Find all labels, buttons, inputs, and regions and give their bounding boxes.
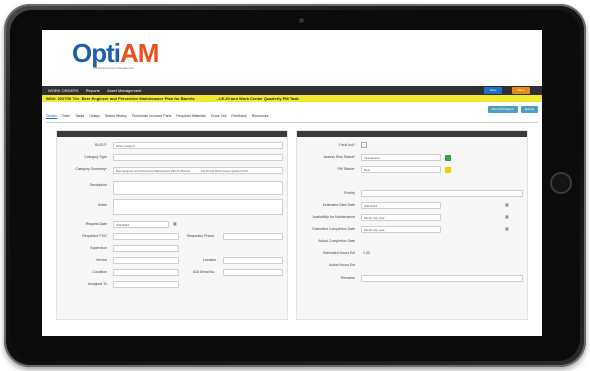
work-order-title-suffix: ...LE.20 and Work Center Quarterly PM Ta… [215, 96, 299, 101]
back-button[interactable]: Back [512, 87, 530, 94]
vendor-select[interactable] [113, 257, 179, 264]
availability-input[interactable]: Month day year [361, 214, 441, 221]
est-completion-label: Estimated Completion Date [312, 227, 355, 231]
category-summary-value2: ...LE.20 and Work Center Quarterly PM [198, 169, 248, 173]
est-hours-label: Estimated Hours Est [323, 251, 355, 255]
category-summary-input[interactable]: Beer Engineer and Preventive Maintenance… [113, 167, 283, 174]
assess-risk-select[interactable]: Operational [361, 154, 441, 161]
camera-icon [299, 18, 304, 23]
requestor-phone-label: Requestor Phone [187, 234, 215, 238]
tab-feedback[interactable]: Feedback [231, 114, 246, 119]
right-form-panel: Fault Ind? Assess Risk Status* Operation… [296, 130, 528, 320]
tab-status-history[interactable]: Status History [105, 114, 127, 119]
title-label: Title: [71, 96, 81, 101]
submit-button[interactable]: Submit [520, 106, 538, 113]
pm-status-color-swatch [445, 166, 451, 173]
assess-risk-color-swatch [445, 154, 451, 161]
work-order-id: WO#: 202709 [46, 96, 71, 101]
optiam-logo: OptiAM [72, 38, 159, 68]
calendar-icon[interactable]: ▦ [173, 221, 177, 226]
action-buttons: Print WO Report Submit [487, 106, 538, 113]
supervisor-label: Supervisor [90, 246, 107, 250]
condition-select[interactable] [113, 269, 179, 276]
save-button[interactable]: Save [484, 87, 502, 94]
pm-status-select[interactable]: New [361, 166, 441, 173]
header: OptiAM Optimized Asset Management [42, 30, 542, 86]
home-button[interactable] [550, 172, 572, 194]
calendar-icon[interactable]: ▦ [505, 226, 509, 231]
assigned-to-select[interactable] [113, 281, 179, 288]
tab-technician-parts[interactable]: Technician Involved Parts [132, 114, 172, 119]
tab-team[interactable]: Team [62, 114, 71, 119]
location-select[interactable] [223, 257, 283, 264]
tab-bar: Details Team Tasks Delays Status History… [46, 114, 268, 119]
remarks-label: Remarks [340, 276, 355, 280]
request-date-input[interactable]: 4/11/2022 [113, 221, 169, 228]
left-panel-header [57, 131, 287, 137]
actual-hours-label: Actual Hours Est [328, 263, 355, 267]
vendor-label: Vendor [95, 258, 107, 262]
logo-subtitle: Optimized Asset Management [94, 66, 135, 70]
tab-required-materials[interactable]: Required Materials [176, 114, 205, 119]
priority-label: Priority [344, 191, 355, 195]
availability-label: Availability for Maintenance [312, 215, 355, 219]
notes-textarea[interactable] [113, 199, 283, 215]
description-textarea[interactable] [113, 181, 283, 195]
requestor-poc-input[interactable] [113, 233, 179, 240]
category-type-select[interactable] [113, 154, 283, 161]
work-order-title-bar: WO#: 202709 Title: Beer Engineer and Pre… [42, 95, 542, 102]
nav-reports[interactable]: Reports [86, 88, 100, 93]
category-summary-label: Category Summary* [75, 167, 107, 171]
notes-label: Notes [97, 203, 107, 207]
supervisor-select[interactable] [113, 245, 179, 252]
app-screen: OptiAM Optimized Asset Management WORK O… [42, 30, 542, 336]
fault-ind-checkbox[interactable] [361, 142, 367, 148]
tab-close-out[interactable]: Close Out [211, 114, 227, 119]
left-form-panel: BU/DT* Work category Category Type Categ… [56, 130, 288, 320]
tab-resources[interactable]: Resources [252, 114, 269, 119]
request-date-label: Request Date [85, 222, 107, 226]
ida-serial-label: IDA Serial No. [193, 270, 215, 274]
fault-ind-label: Fault Ind? [339, 143, 355, 147]
assess-risk-label: Assess Risk Status* [323, 155, 355, 159]
description-label: Description [89, 183, 107, 187]
est-completion-input[interactable]: Month day year [361, 226, 441, 233]
condition-label: Condition [92, 270, 107, 274]
calendar-icon[interactable]: ▦ [505, 202, 509, 207]
calendar-icon[interactable]: ▦ [505, 214, 509, 219]
tab-delays[interactable]: Delays [89, 114, 100, 119]
priority-select[interactable] [361, 190, 523, 197]
tab-divider [46, 122, 538, 123]
location-label: Location [203, 258, 217, 262]
assigned-to-label: Assigned To [87, 282, 107, 286]
est-hours-value: 1.00 [363, 251, 370, 255]
nav-work-orders[interactable]: WORK ORDERS [48, 88, 79, 93]
remarks-input[interactable] [361, 275, 523, 282]
actual-completion-label: Actual Completion Date [318, 239, 355, 243]
work-order-title: Beer Engineer and Preventive Maintenance… [81, 96, 195, 101]
bu-select[interactable]: Work category [113, 142, 283, 149]
bu-label: BU/DT* [95, 143, 107, 147]
requestor-poc-label: Requestor POC [82, 234, 107, 238]
requestor-phone-input[interactable] [223, 233, 283, 240]
tab-tasks[interactable]: Tasks [75, 114, 84, 119]
tablet-frame: OptiAM Optimized Asset Management WORK O… [4, 4, 586, 367]
pm-status-label: PM Status* [337, 167, 355, 171]
ida-serial-input[interactable] [223, 269, 283, 276]
category-summary-value: Beer Engineer and Preventive Maintenance… [116, 169, 191, 173]
est-start-input[interactable]: 4/11/2022 [361, 202, 441, 209]
top-nav: WORK ORDERS Reports Asset Management Sav… [42, 86, 542, 95]
est-start-label: Estimated Start Date [322, 203, 355, 207]
right-panel-header [297, 131, 527, 137]
category-type-label: Category Type [84, 155, 107, 159]
nav-asset-management[interactable]: Asset Management [107, 88, 141, 93]
print-report-button[interactable]: Print WO Report [487, 106, 518, 113]
tab-details[interactable]: Details [46, 114, 57, 119]
